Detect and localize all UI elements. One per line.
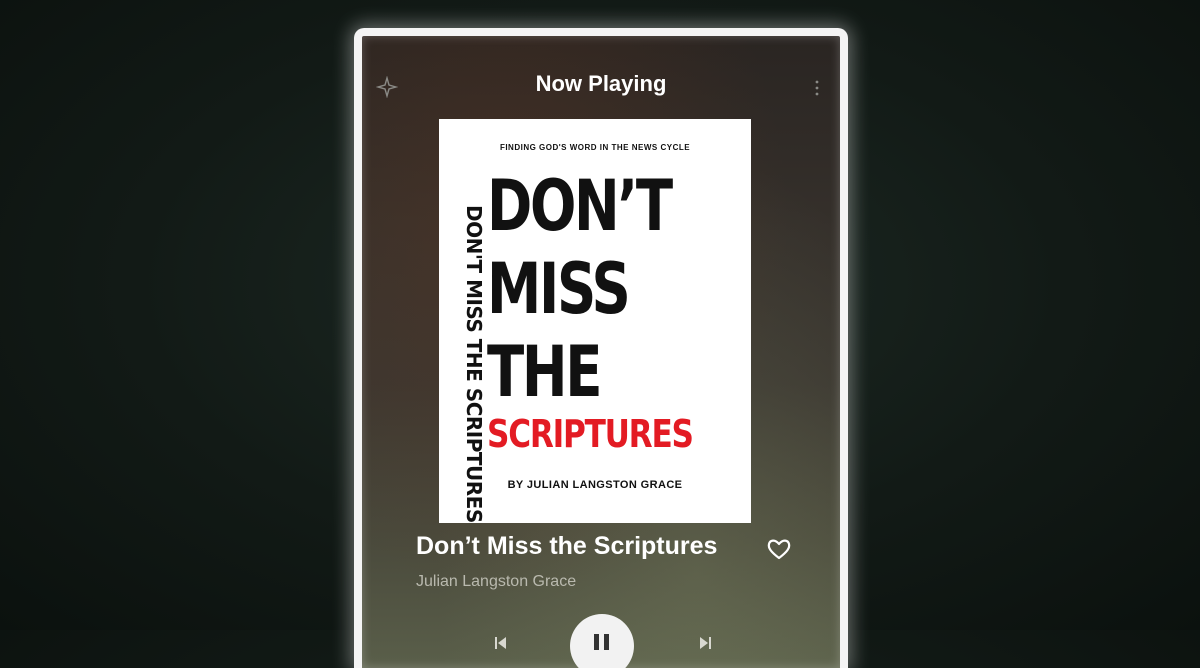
now-playing-screen: Now Playing FINDING GOD'S WORD IN THE NE…: [354, 28, 848, 668]
pause-icon: [594, 634, 599, 650]
page-title: Now Playing: [535, 71, 667, 96]
track-artist[interactable]: Julian Langston Grace: [416, 573, 576, 591]
cover-author: BY JULIAN LANGSTON GRACE: [507, 479, 683, 491]
pause-icon: [604, 634, 609, 650]
album-cover: FINDING GOD'S WORD IN THE NEWS CYCLE DON…: [439, 119, 751, 523]
cover-title-line-1: DON’T: [487, 165, 673, 247]
track-title: Don’t Miss the Scriptures: [416, 532, 718, 560]
cover-title-line-4: SCRIPTURES: [487, 412, 694, 456]
pause-button[interactable]: [570, 614, 634, 668]
heart-icon[interactable]: [766, 536, 792, 562]
more-vertical-icon[interactable]: [812, 78, 822, 98]
cover-title-line-2: MISS: [487, 248, 631, 330]
cover-title-line-3: THE: [487, 331, 603, 413]
cover-vertical-title: DON'T MISS THE SCRIPTURES: [462, 205, 486, 523]
cover-tagline: FINDING GOD'S WORD IN THE NEWS CYCLE: [499, 143, 691, 152]
next-button[interactable]: [696, 634, 714, 652]
previous-button[interactable]: [492, 634, 510, 652]
